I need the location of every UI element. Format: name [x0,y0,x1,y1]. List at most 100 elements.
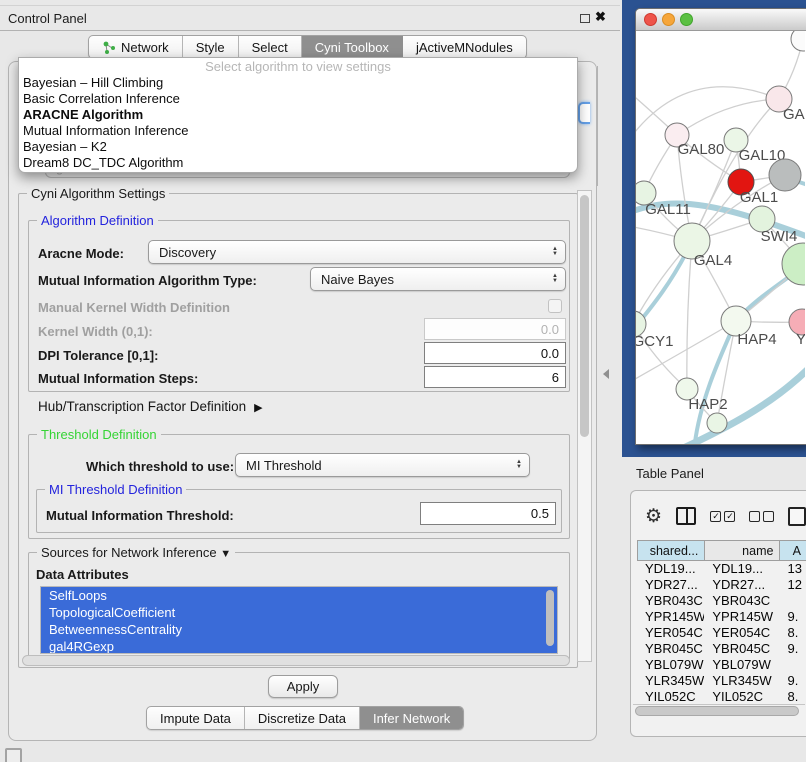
tab-cyni-toolbox[interactable]: Cyni Toolbox [302,36,403,58]
network-node-label: GAL [783,106,805,123]
table-cell: 9. [780,609,806,625]
kernel-width-field[interactable] [424,318,566,340]
table-row[interactable]: YBL079WYBL079W [637,657,806,673]
network-svg[interactable]: GALGAL80GAL10GAL1GAL11SWI4GAL4GCY1HAP4YH… [636,31,805,444]
dropdown-item[interactable]: Mutual Information Inference [19,123,577,139]
table-row[interactable]: YDR27...YDR27...12 [637,577,806,593]
list-scrollbar[interactable] [546,590,554,646]
dropdown-item[interactable]: ARACNE Algorithm [19,107,577,123]
tab-style[interactable]: Style [183,36,239,58]
tab-network[interactable]: Network [89,36,183,58]
network-node-label: SWI4 [761,228,798,245]
table-row[interactable]: YDL19...YDL19...13 [637,561,806,577]
collapse-panel-arrow-icon[interactable] [603,369,609,379]
zoom-traffic-light-icon[interactable] [680,13,693,26]
scrollbar-thumb[interactable] [580,195,589,437]
column-header-3[interactable]: A [779,541,806,560]
mi-threshold-field[interactable] [420,502,556,525]
network-node-label: GAL11 [645,201,691,218]
expand-right-icon: ▶ [254,402,262,414]
apply-button[interactable]: Apply [268,675,338,698]
tab-discretize-data[interactable]: Discretize Data [245,707,360,729]
table-cell: YIL052C [704,689,779,705]
network-node-label: GAL80 [678,141,725,158]
deselect-all-checks-icon[interactable] [749,511,774,522]
table-cell: 9. [780,673,806,689]
table-cell: YDL19... [704,561,779,577]
background-groupbox-edge [597,66,598,186]
data-attributes-list[interactable]: SelfLoopsTopologicalCoefficientBetweenne… [40,586,558,654]
dropdown-items: Bayesian – Hill ClimbingBasic Correlatio… [19,75,577,171]
tab-jactivemnodules[interactable]: jActiveMNodules [403,36,526,58]
table-row[interactable]: YIL052CYIL052C8. [637,689,806,705]
stepper-icon: ▲▼ [552,274,558,284]
settings-gear-icon[interactable]: ⚙ [645,507,662,526]
dropdown-item[interactable]: Bayesian – K2 [19,139,577,155]
column-header-1[interactable]: shared... [637,541,704,560]
tab-label: Network [121,40,169,55]
which-threshold-select[interactable]: MI Threshold ▲▼ [235,453,530,477]
settings-horizontal-scrollbar[interactable] [22,655,570,666]
import-table-icon[interactable] [788,507,806,526]
scrollbar-thumb[interactable] [635,706,799,716]
network-edge[interactable] [677,99,779,135]
table-cell: YBL079W [704,657,779,673]
minimize-traffic-light-icon[interactable] [662,13,675,26]
network-node[interactable] [707,413,727,433]
tab-infer-network[interactable]: Infer Network [360,707,463,729]
table-row[interactable]: YER054CYER054C8. [637,625,806,641]
dpi-tolerance-field[interactable] [424,342,566,364]
attribute-list-item[interactable]: BetweennessCentrality [41,621,557,638]
network-edge[interactable] [636,87,779,141]
table-cell [780,657,806,673]
network-window-titlebar[interactable] [636,9,806,31]
data-attributes-label: Data Attributes [36,567,129,582]
table-cell: YBR043C [637,593,704,609]
control-panel-titlebar: Control Panel [0,5,620,31]
column-header-2[interactable]: name [704,541,779,560]
network-edge[interactable] [687,241,692,389]
table-row[interactable]: YPR145WYPR145W9. [637,609,806,625]
attribute-list-item[interactable]: TopologicalCoefficient [41,604,557,621]
dropdown-item[interactable]: Basic Correlation Inference [19,91,577,107]
manual-kernel-checkbox[interactable] [548,299,562,313]
aracne-mode-select[interactable]: Discovery ▲▼ [148,240,566,264]
dropdown-item[interactable]: Bayesian – Hill Climbing [19,75,577,91]
table-row[interactable]: YBR045CYBR045C9. [637,641,806,657]
hub-definition-expander[interactable]: Hub/Transcription Factor Definition ▶ [38,399,263,414]
kernel-width-label: Kernel Width (0,1): [38,324,153,339]
table-row[interactable]: YBR043CYBR043C [637,593,806,609]
dock-panel-icon[interactable] [5,748,22,762]
network-node-label: Y [796,331,805,348]
tab-label: Style [196,40,225,55]
hub-definition-label: Hub/Transcription Factor Definition [38,399,246,414]
mi-steps-field[interactable] [424,366,566,388]
attribute-list-item[interactable]: gal4RGexp [41,638,557,654]
network-view-window[interactable]: GALGAL80GAL10GAL1GAL11SWI4GAL4GCY1HAP4YH… [635,8,806,445]
select-all-checks-icon[interactable]: ✓✓ [710,511,735,522]
stepper-icon: ▲▼ [516,460,522,470]
close-icon[interactable]: ✖ [595,9,606,25]
network-node[interactable] [791,31,805,51]
background-focused-combo [578,102,590,124]
network-node[interactable] [769,159,801,191]
table-row[interactable]: YLR345WYLR345W9. [637,673,806,689]
collapse-down-icon[interactable]: ▼ [220,548,231,560]
float-window-icon[interactable] [580,14,590,23]
table-cell: YBR045C [704,641,779,657]
dropdown-item[interactable]: Dream8 DC_TDC Algorithm [19,155,577,171]
attribute-list-item[interactable]: SelfLoops [41,587,557,604]
split-columns-icon[interactable] [676,507,696,525]
table-toolbar: ⚙ ✓✓ [631,499,806,533]
tab-label: Select [252,40,288,55]
mi-type-value: Naive Bayes [321,272,394,287]
table-horizontal-scrollbar[interactable] [633,704,805,717]
mi-type-select[interactable]: Naive Bayes ▲▼ [310,267,566,291]
tab-impute-data[interactable]: Impute Data [147,707,245,729]
settings-vertical-scrollbar[interactable] [577,190,592,662]
table-header-row: shared...nameA [637,540,806,561]
table-cell: 13 [780,561,806,577]
tab-select[interactable]: Select [239,36,302,58]
algorithm-dropdown-popup: Select algorithm to view settings Bayesi… [18,57,578,173]
close-traffic-light-icon[interactable] [644,13,657,26]
